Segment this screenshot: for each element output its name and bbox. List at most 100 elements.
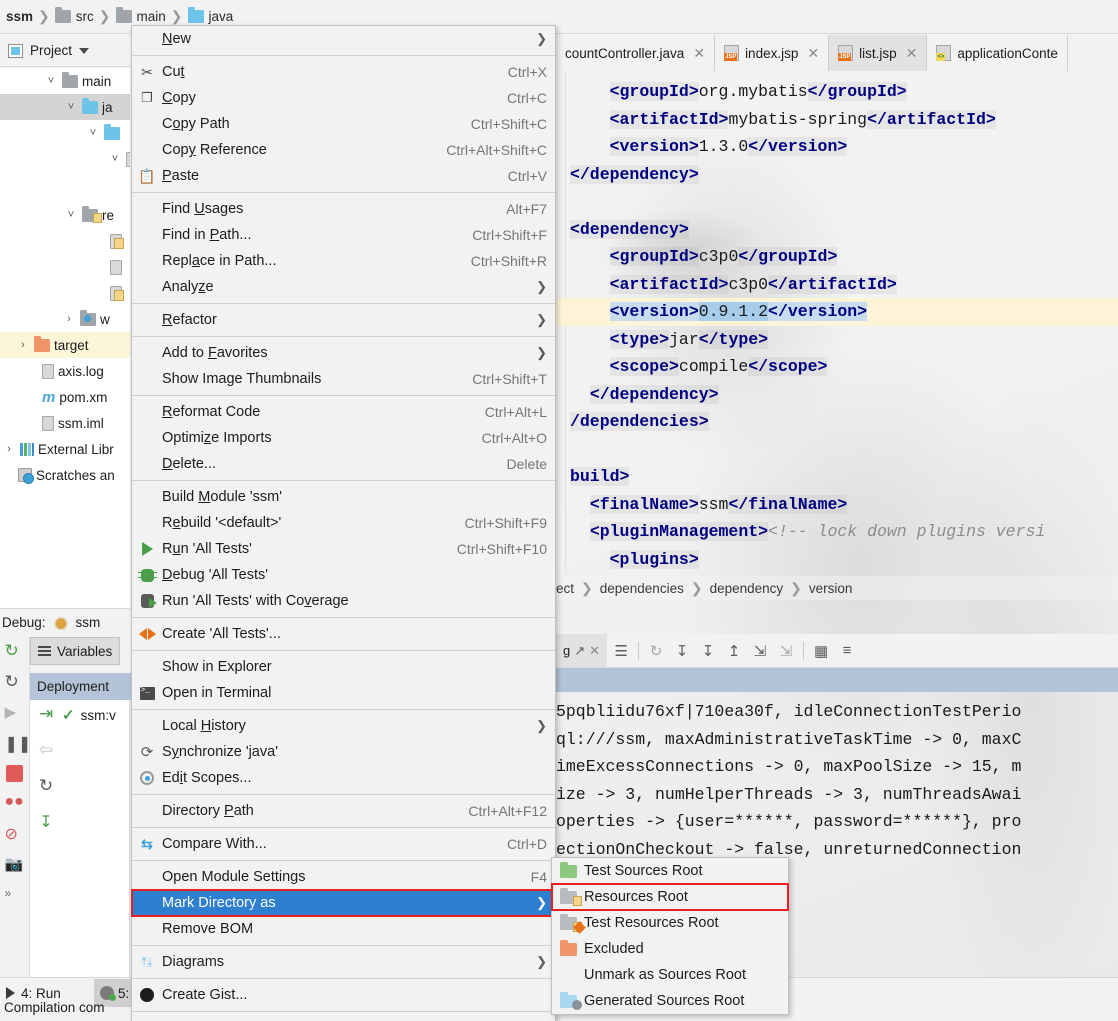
more-icon[interactable]: » <box>5 886 25 906</box>
context-menu[interactable]: New ❯ ✂ Cut Ctrl+X ❐ Copy Ctrl+C Copy Path Ctrl+S… <box>131 25 556 1021</box>
menu-item-edit-scopes[interactable]: Edit Scopes... <box>132 765 555 791</box>
code-breadcrumb-item[interactable]: version <box>809 581 853 596</box>
stop-icon[interactable] <box>6 765 23 782</box>
settings-icon[interactable]: ≡ <box>835 639 859 663</box>
chevron-down-icon[interactable] <box>79 47 90 54</box>
project-tool-window-header[interactable]: Project <box>0 35 130 67</box>
chevron-right-icon[interactable]: › <box>2 443 16 455</box>
tree-row[interactable] <box>0 228 130 254</box>
menu-item-replace-in-path[interactable]: Replace in Path... Ctrl+Shift+R <box>132 248 555 274</box>
tree-row[interactable]: ˅ <box>0 146 130 172</box>
menu-icon[interactable]: ☰ <box>609 639 633 663</box>
chevron-right-icon[interactable]: › <box>16 339 30 351</box>
menu-item-directory-path[interactable]: Directory Path Ctrl+Alt+F12 <box>132 798 555 824</box>
menu-item-convert-java-file-to-kotlin-file[interactable]: Convert Java File to Kotlin FileCtrl+Alt… <box>132 1015 555 1021</box>
chevron-right-icon[interactable]: › <box>62 313 76 325</box>
chevron-down-icon[interactable]: ˅ <box>64 209 78 221</box>
tree-row[interactable]: › w <box>0 306 130 332</box>
tree-row[interactable]: ˅ re <box>0 202 130 228</box>
console-toolbar[interactable]: g ↗ ✕ ☰ ↻ ↧ ↧ ↥ ⇲ ⇲ ▦ ≡ <box>556 634 1118 668</box>
code-text[interactable]: <groupId>org.mybatis</groupId> <artifact… <box>556 78 1118 573</box>
close-icon[interactable]: ✕ <box>906 45 918 62</box>
deploy-icon[interactable]: ⇥ <box>39 704 53 724</box>
menu-item-compare-with[interactable]: ⇆ Compare With... Ctrl+D <box>132 831 555 857</box>
menu-item-show-in-explorer[interactable]: Show in Explorer <box>132 654 555 680</box>
tree-row[interactable] <box>0 280 130 306</box>
tree-row-pom-xml[interactable]: m pom.xm <box>0 384 130 410</box>
tab-variables[interactable]: Variables <box>30 637 120 665</box>
submenu-item-test-resources-root[interactable]: Test Resources Root <box>552 910 788 936</box>
close-icon[interactable]: ✕ <box>589 643 600 659</box>
submenu-item-excluded[interactable]: Excluded <box>552 936 788 962</box>
menu-item-show-image-thumbnails[interactable]: Show Image Thumbnails Ctrl+Shift+T <box>132 366 555 392</box>
restart-icon[interactable]: ↻ <box>5 672 25 692</box>
menu-item-diagrams[interactable]: ⤒⤓ Diagrams ❯ <box>132 949 555 975</box>
menu-item-run-all-tests[interactable]: Run 'All Tests' Ctrl+Shift+F10 <box>132 536 555 562</box>
editor-tab-controller[interactable]: countController.java ✕ <box>556 35 716 71</box>
menu-item-copy-path[interactable]: Copy Path Ctrl+Shift+C <box>132 111 555 137</box>
code-editor[interactable]: <groupId>org.mybatis</groupId> <artifact… <box>556 72 1118 575</box>
menu-item-find-usages[interactable]: Find Usages Alt+F7 <box>132 196 555 222</box>
editor-tab-application-context[interactable]: applicationConte <box>927 35 1068 71</box>
menu-item-run-all-tests-with-coverage[interactable]: Run 'All Tests' with Coverage <box>132 588 555 614</box>
rerun-icon[interactable]: ↻ <box>5 641 25 661</box>
menu-item-new[interactable]: New ❯ <box>132 26 555 52</box>
menu-item-synchronize-java[interactable]: ⟳ Synchronize 'java' <box>132 739 555 765</box>
menu-item-mark-directory-as[interactable]: Mark Directory as ❯ <box>131 889 556 917</box>
mute-breakpoints-icon[interactable]: ⊘ <box>5 824 25 844</box>
download-icon[interactable]: ↧ <box>39 812 52 832</box>
undeploy-icon[interactable]: ⇦ <box>39 740 53 760</box>
deployment-item[interactable]: ✓ ssm:v <box>62 706 116 724</box>
console-tab[interactable]: g ↗ ✕ <box>556 634 608 667</box>
tab-deployment[interactable]: Deployment <box>30 673 135 700</box>
camera-icon[interactable]: 📷 <box>5 855 25 875</box>
submenu-item-resources-root[interactable]: Resources Root <box>551 883 789 911</box>
tree-row[interactable]: ˅ main <box>0 68 130 94</box>
submenu-item-test-sources-root[interactable]: Test Sources Root <box>552 858 788 884</box>
close-icon[interactable]: ✕ <box>807 45 819 62</box>
deployment-toolbar[interactable]: ⇥ ⇦ ↻ ↧ <box>32 704 60 832</box>
editor-tab-bar[interactable]: countController.java ✕ index.jsp ✕ list.… <box>556 35 1118 71</box>
tree-row-external-libraries[interactable]: › External Libr <box>0 436 130 462</box>
tree-row[interactable] <box>0 254 130 280</box>
code-breadcrumb-item[interactable]: ect <box>556 581 574 596</box>
menu-item-reformat-code[interactable]: Reformat Code Ctrl+Alt+L <box>132 399 555 425</box>
run-to-cursor-icon[interactable]: ⇲ <box>748 639 772 663</box>
menu-item-copy[interactable]: ❐ Copy Ctrl+C <box>132 85 555 111</box>
breadcrumb-item-java[interactable]: java <box>186 7 236 24</box>
menu-item-create-all-tests[interactable]: Create 'All Tests'... <box>132 621 555 647</box>
chevron-down-icon[interactable]: ˅ <box>44 75 58 87</box>
menu-item-open-module-settings[interactable]: Open Module Settings F4 <box>132 864 555 890</box>
resume-icon[interactable]: ▶ <box>5 703 25 723</box>
menu-item-remove-bom[interactable]: Remove BOM <box>132 916 555 942</box>
pause-icon[interactable]: ❚❚ <box>5 734 32 754</box>
chevron-down-icon[interactable]: ˅ <box>86 127 100 139</box>
step-out-icon[interactable]: ↥ <box>722 639 746 663</box>
tree-row-scratches[interactable]: Scratches an <box>0 462 130 488</box>
tree-row-axis-log[interactable]: axis.log <box>0 358 130 384</box>
breadcrumb-item-main[interactable]: main <box>114 7 168 24</box>
close-icon[interactable]: ✕ <box>693 45 705 62</box>
menu-item-cut[interactable]: ✂ Cut Ctrl+X <box>132 59 555 85</box>
menu-item-rebuild-default[interactable]: Rebuild '<default>' Ctrl+Shift+F9 <box>132 510 555 536</box>
pin-icon[interactable]: ↗ <box>574 643 585 659</box>
submenu-item-unmark-as-sources-root[interactable]: Unmark as Sources Root <box>552 962 788 988</box>
menu-item-local-history[interactable]: Local History ❯ <box>132 713 555 739</box>
breadcrumb-item-src[interactable]: src <box>53 7 96 24</box>
menu-item-add-to-favorites[interactable]: Add to Favorites ❯ <box>132 340 555 366</box>
menu-item-paste[interactable]: 📋 Paste Ctrl+V <box>132 163 555 189</box>
table-icon[interactable]: ▦ <box>809 639 833 663</box>
tree-row[interactable]: ˅ ja <box>0 94 130 120</box>
menu-item-copy-reference[interactable]: Copy Reference Ctrl+Alt+Shift+C <box>132 137 555 163</box>
chevron-down-icon[interactable]: ˅ <box>108 153 122 165</box>
menu-item-find-in-path[interactable]: Find in Path... Ctrl+Shift+F <box>132 222 555 248</box>
tree-row-ssm-iml[interactable]: ssm.iml <box>0 410 130 436</box>
menu-item-create-gist[interactable]: Create Gist... <box>132 982 555 1008</box>
tree-row[interactable]: ˅ <box>0 120 130 146</box>
code-breadcrumb[interactable]: ect ❯ dependencies ❯ dependency ❯ versio… <box>556 576 1118 600</box>
menu-item-refactor[interactable]: Refactor ❯ <box>132 307 555 333</box>
menu-item-optimize-imports[interactable]: Optimize Imports Ctrl+Alt+O <box>132 425 555 451</box>
debug-toolbar[interactable]: ↻ ↻ ▶ ❚❚ ●● ⊘ 📷 » <box>0 637 32 977</box>
debug-config-name[interactable]: ssm <box>76 615 101 630</box>
editor-tab-index-jsp[interactable]: index.jsp ✕ <box>715 35 830 71</box>
